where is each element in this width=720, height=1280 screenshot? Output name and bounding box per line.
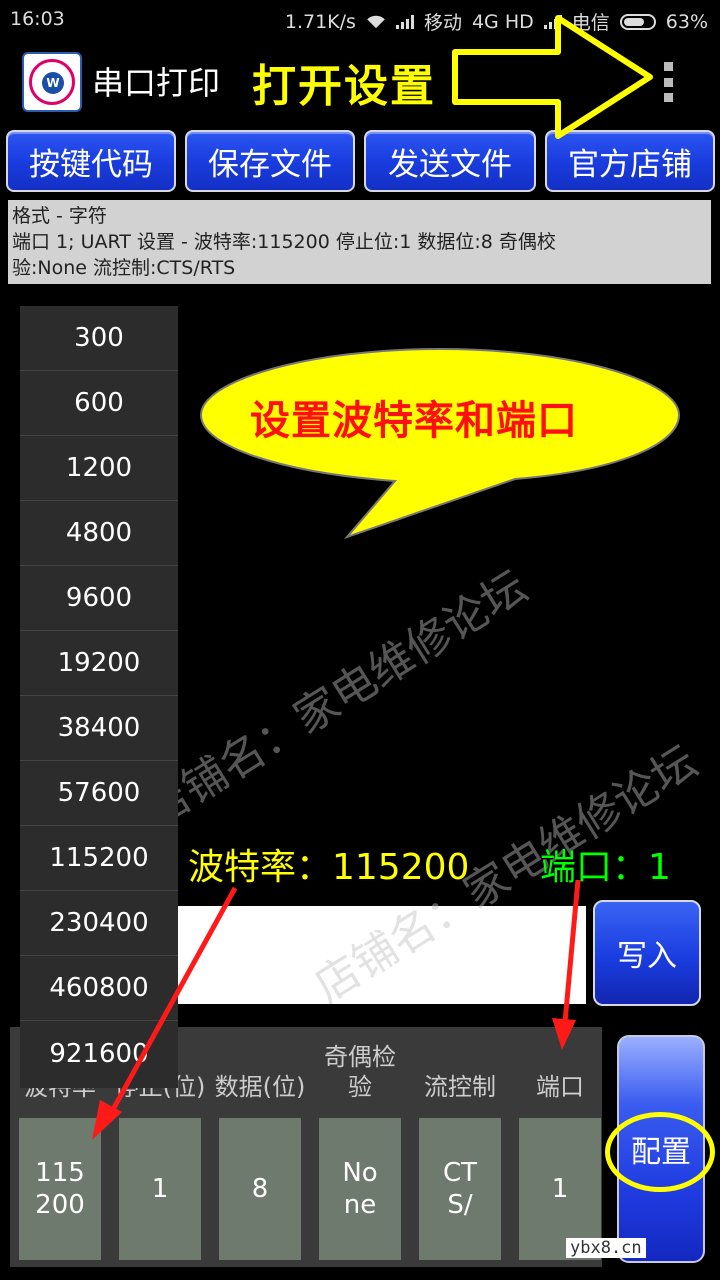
wifi-icon (367, 15, 385, 28)
status-time: 16:03 (10, 8, 65, 30)
info-parity-flow: 验:None 流控制:CTS/RTS (12, 257, 236, 279)
callout-text: 设置波特率和端口 (250, 398, 578, 444)
baud-option[interactable]: 921600 (20, 1021, 178, 1086)
save-file-button[interactable]: 保存文件 (185, 130, 355, 192)
app-title: 串口打印 (92, 64, 221, 102)
baud-option[interactable]: 9600 (20, 566, 178, 631)
parity-value[interactable]: No ne (319, 1118, 401, 1260)
baud-option[interactable]: 57600 (20, 761, 178, 826)
info-format: 格式 - 字符 (12, 205, 107, 227)
header-parity: 奇偶检 验 (324, 1043, 396, 1101)
baud-option[interactable]: 230400 (20, 891, 178, 956)
flow-control-value[interactable]: CT S/ (419, 1118, 501, 1260)
baud-option[interactable]: 115200 (20, 826, 178, 891)
header-data-bits: 数据(位) (214, 1073, 306, 1101)
key-code-button[interactable]: 按键代码 (6, 130, 176, 192)
write-button[interactable]: 写入 (593, 900, 701, 1006)
baud-value[interactable]: 115 200 (19, 1118, 101, 1260)
port-annotation: 端口：1 (540, 847, 671, 888)
baud-option[interactable]: 4800 (20, 501, 178, 566)
header-flow-control: 流控制 (424, 1073, 496, 1101)
baud-option[interactable]: 1200 (20, 436, 178, 501)
baud-option[interactable]: 600 (20, 371, 178, 436)
baud-option[interactable]: 460800 (20, 956, 178, 1021)
info-uart: 端口 1; UART 设置 - 波特率:115200 停止位:1 数据位:8 奇… (12, 231, 556, 253)
watermark-1: 店铺名：家电维修论坛 (135, 561, 536, 838)
baud-annotation: 波特率：115200 (188, 847, 470, 888)
open-settings-annotation: 打开设置 (252, 61, 436, 112)
site-watermark: ybx8.cn (566, 1238, 646, 1258)
forum-label: 家电维修论坛 (470, 72, 596, 96)
app-logo-icon: W (22, 52, 82, 112)
data-bits-value[interactable]: 8 (219, 1118, 301, 1260)
overflow-menu-icon[interactable] (662, 62, 674, 102)
baud-option[interactable]: 38400 (20, 696, 178, 761)
network-speed: 1.71K/s (284, 10, 356, 33)
baud-rate-dropdown[interactable]: 300 600 1200 4800 9600 19200 38400 57600… (20, 306, 178, 1088)
stop-bits-value[interactable]: 1 (119, 1118, 201, 1260)
baud-option[interactable]: 19200 (20, 631, 178, 696)
baud-option[interactable]: 300 (20, 306, 178, 371)
port-info-box: 格式 - 字符 端口 1; UART 设置 - 波特率:115200 停止位:1… (8, 200, 711, 284)
header-port: 端口 (536, 1073, 584, 1101)
signal-icon (395, 14, 414, 29)
highlight-circle-icon (605, 1112, 715, 1192)
